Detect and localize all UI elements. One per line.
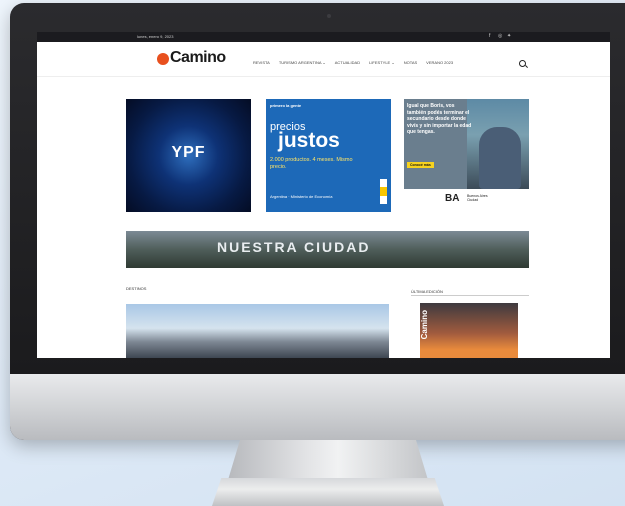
facebook-icon[interactable]: f: [489, 34, 490, 39]
flag-icon: [380, 179, 387, 204]
ba-logo-sub: Buenos Aires Ciudad: [467, 194, 488, 202]
ba-ad-button[interactable]: Conocé más: [407, 162, 434, 168]
search-icon[interactable]: [519, 60, 526, 67]
destination-image[interactable]: [126, 304, 389, 358]
ypf-logo: YPF: [171, 144, 206, 161]
person-image: [479, 127, 521, 189]
nav-verano[interactable]: VERANO 2023: [426, 60, 453, 65]
section-ultima-edicion: ÚLTIMA EDICIÓN: [411, 289, 443, 294]
nav-notas[interactable]: NOTAS: [404, 60, 417, 65]
divider: [411, 295, 529, 296]
nav-revista[interactable]: REVISTA: [253, 60, 270, 65]
site-logo[interactable]: Camino: [170, 49, 226, 67]
nav-actualidad[interactable]: ACTUALIDAD: [335, 60, 360, 65]
section-destinos: DESTINOS: [126, 286, 147, 291]
magazine-title: Camino: [420, 310, 429, 340]
camera-icon: [327, 14, 331, 18]
monitor-chin: [10, 374, 625, 440]
date: lunes, enero 9, 2023: [137, 34, 174, 39]
ba-ad-text: Igual que Boris, vos también podés termi…: [407, 103, 472, 135]
ad-footer: Argentina · Ministerio de Economía: [270, 194, 333, 199]
nav-turismo[interactable]: TURISMO ARGENTINA ⌄: [279, 60, 326, 65]
twitter-icon[interactable]: ✦: [507, 34, 511, 39]
banner-title: NUESTRA CIUDAD: [217, 239, 371, 255]
monitor-stand: [228, 440, 428, 480]
ad-details: 2.000 productos. 4 meses. Mismo precio.: [270, 157, 353, 170]
instagram-icon[interactable]: ◎: [498, 34, 502, 39]
monitor-base: [212, 478, 444, 506]
ba-logo: BA: [445, 193, 460, 204]
website-screen: lunes, enero 9, 2023 f ◎ ✦ Camino REVIST…: [37, 32, 610, 358]
logo-mark[interactable]: [157, 53, 169, 65]
ad-tagline: primero la gente: [270, 103, 302, 108]
main-nav: REVISTA TURISMO ARGENTINA ⌄ ACTUALIDAD L…: [253, 60, 453, 65]
top-bar: [37, 32, 610, 42]
ad-headline-2: justos: [278, 129, 340, 152]
nav-lifestyle[interactable]: LIFESTYLE ⌄: [369, 60, 395, 65]
